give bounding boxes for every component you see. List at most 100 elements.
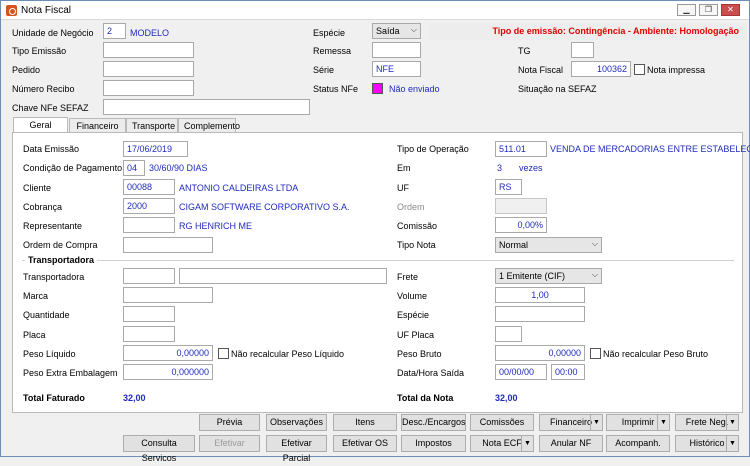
transportadora-label: Transportadora <box>23 272 85 282</box>
data-emissao-input[interactable]: 17/06/2019 <box>123 141 188 157</box>
ordem-compra-label: Ordem de Compra <box>23 240 98 250</box>
chave-label: Chave NFe SEFAZ <box>12 103 89 113</box>
transportadora-group-line <box>22 260 734 261</box>
dropdown-arrow-icon[interactable]: ▼ <box>726 436 738 451</box>
dropdown-arrow-icon[interactable]: ▼ <box>590 415 602 430</box>
transportadora-name-input[interactable] <box>179 268 387 284</box>
desc-encargos-button[interactable]: Desc./Encargos <box>401 414 466 431</box>
efetivar-os-button[interactable]: Efetivar OS <box>333 435 397 452</box>
frete-neg-button[interactable]: Frete Neg. ▼ <box>675 414 739 431</box>
placa-input[interactable] <box>123 326 175 342</box>
uf-placa-input[interactable] <box>495 326 522 342</box>
comissao-input[interactable]: 0,00% <box>495 217 547 233</box>
tipo-operacao-code-input[interactable]: 511.01 <box>495 141 547 157</box>
transportadora-code-input[interactable] <box>123 268 175 284</box>
ordem-label: Ordem <box>397 202 425 212</box>
nao-recalc-liquido-checkbox[interactable] <box>218 348 229 359</box>
imprimir-button[interactable]: Imprimir ▼ <box>606 414 670 431</box>
dropdown-arrow-icon[interactable]: ▼ <box>726 415 738 430</box>
peso-bruto-input[interactable]: 0,00000 <box>495 345 585 361</box>
representante-label: Representante <box>23 221 83 231</box>
cliente-code-input[interactable]: 00088 <box>123 179 175 195</box>
representante-name: RG HENRICH ME <box>179 221 253 231</box>
geral-panel: Data Emissão 17/06/2019 Condição de Paga… <box>12 132 750 413</box>
anular-nf-button[interactable]: Anular NF <box>539 435 603 452</box>
condicao-label: Condição de Pagamento <box>23 163 123 173</box>
financeiro-button[interactable]: Financeiro ▼ <box>539 414 603 431</box>
remessa-label: Remessa <box>313 46 352 56</box>
comissoes-button[interactable]: Comissões <box>470 414 534 431</box>
tipo-nota-select[interactable]: Normal ⌵ <box>495 237 602 253</box>
representante-code-input[interactable] <box>123 217 175 233</box>
unidade-label: Unidade de Negócio <box>12 28 94 38</box>
condicao-code-input[interactable]: 04 <box>123 160 145 176</box>
acompanh-button[interactable]: Acompanh. <box>606 435 670 452</box>
unidade-name: MODELO <box>130 28 170 38</box>
especie-transp-input[interactable] <box>495 306 585 322</box>
especie-value: Saída <box>376 26 400 36</box>
nao-recalc-bruto-checkbox[interactable] <box>590 348 601 359</box>
em-label: Em <box>397 163 411 173</box>
hora-saida-input[interactable]: 00:00 <box>551 364 585 380</box>
impostos-button[interactable]: Impostos <box>401 435 466 452</box>
previa-button[interactable]: Prévia <box>199 414 260 431</box>
serie-label: Série <box>313 65 335 75</box>
historico-button[interactable]: Histórico ▼ <box>675 435 739 452</box>
tab-transporte[interactable]: Transporte <box>126 118 178 132</box>
peso-liquido-input[interactable]: 0,00000 <box>123 345 213 361</box>
volume-label: Volume <box>397 291 428 301</box>
tab-geral[interactable]: Geral <box>13 117 68 132</box>
efetivar-parcial-button[interactable]: Efetivar Parcial <box>266 435 327 463</box>
tab-complemento[interactable]: Complemento <box>178 118 240 132</box>
total-faturado-label: Total Faturado <box>23 393 85 403</box>
nota-fiscal-window: Nota Fiscal ▁ ❐ ✕ Unidade de Negócio 2 M… <box>0 0 750 463</box>
historico-button-label: Histórico <box>689 438 725 448</box>
vezes-label: vezes <box>519 163 543 173</box>
frete-label: Frete <box>397 272 419 282</box>
title-bar: Nota Fiscal ▁ ❐ ✕ <box>1 1 749 20</box>
cobranca-code-input[interactable]: 2000 <box>123 198 175 214</box>
dropdown-arrow-icon[interactable]: ▼ <box>657 415 669 430</box>
tab-financeiro[interactable]: Financeiro <box>69 118 126 132</box>
serie-input[interactable]: NFE <box>372 61 421 77</box>
tipo-nota-label: Tipo Nota <box>397 240 436 250</box>
marca-input[interactable] <box>123 287 213 303</box>
status-nfe-value: Não enviado <box>389 84 440 94</box>
nota-fiscal-input[interactable]: 100362 <box>571 61 631 77</box>
nota-impressa-checkbox[interactable] <box>634 64 645 75</box>
itens-button[interactable]: Itens <box>333 414 397 431</box>
observacoes-button[interactable]: Observações <box>266 414 327 431</box>
condicao-desc: 30/60/90 DIAS <box>149 163 208 173</box>
especie-transp-label: Espécie <box>397 310 430 320</box>
tg-input[interactable] <box>571 42 594 58</box>
app-icon <box>6 5 17 16</box>
minimize-icon[interactable]: ▁ <box>677 4 696 16</box>
tg-label: TG <box>518 46 531 56</box>
nota-ecf-button-label: Nota ECF <box>482 438 522 448</box>
close-icon[interactable]: ✕ <box>721 4 740 16</box>
chevron-down-icon: ⌵ <box>591 270 598 279</box>
chave-nfe-input[interactable] <box>103 99 310 115</box>
numero-recibo-input[interactable] <box>103 80 194 96</box>
frete-select[interactable]: 1 Emitente (CIF) ⌵ <box>495 268 602 284</box>
remessa-input[interactable] <box>372 42 421 58</box>
consulta-servicos-button[interactable]: Consulta Servicos <box>123 435 195 463</box>
efetivar-button[interactable]: Efetivar <box>199 435 260 452</box>
uf-input[interactable]: RS <box>495 179 522 195</box>
volume-input[interactable]: 1,00 <box>495 287 585 303</box>
status-nfe-label: Status NFe <box>313 84 359 94</box>
ordem-compra-input[interactable] <box>123 237 213 253</box>
total-nota-value: 32,00 <box>495 393 518 403</box>
dropdown-arrow-icon[interactable]: ▼ <box>521 436 533 451</box>
tipo-emissao-input[interactable] <box>103 42 194 58</box>
window-title: Nota Fiscal <box>21 5 72 16</box>
unidade-code-input[interactable]: 2 <box>103 23 126 39</box>
cliente-label: Cliente <box>23 183 52 193</box>
peso-extra-input[interactable]: 0,000000 <box>123 364 213 380</box>
data-saida-input[interactable]: 00/00/00 <box>495 364 547 380</box>
nota-ecf-button[interactable]: Nota ECF ▼ <box>470 435 534 452</box>
especie-select[interactable]: Saída ⌵ <box>372 23 421 39</box>
quantidade-input[interactable] <box>123 306 175 322</box>
restore-icon[interactable]: ❐ <box>699 4 718 16</box>
pedido-input[interactable] <box>103 61 194 77</box>
